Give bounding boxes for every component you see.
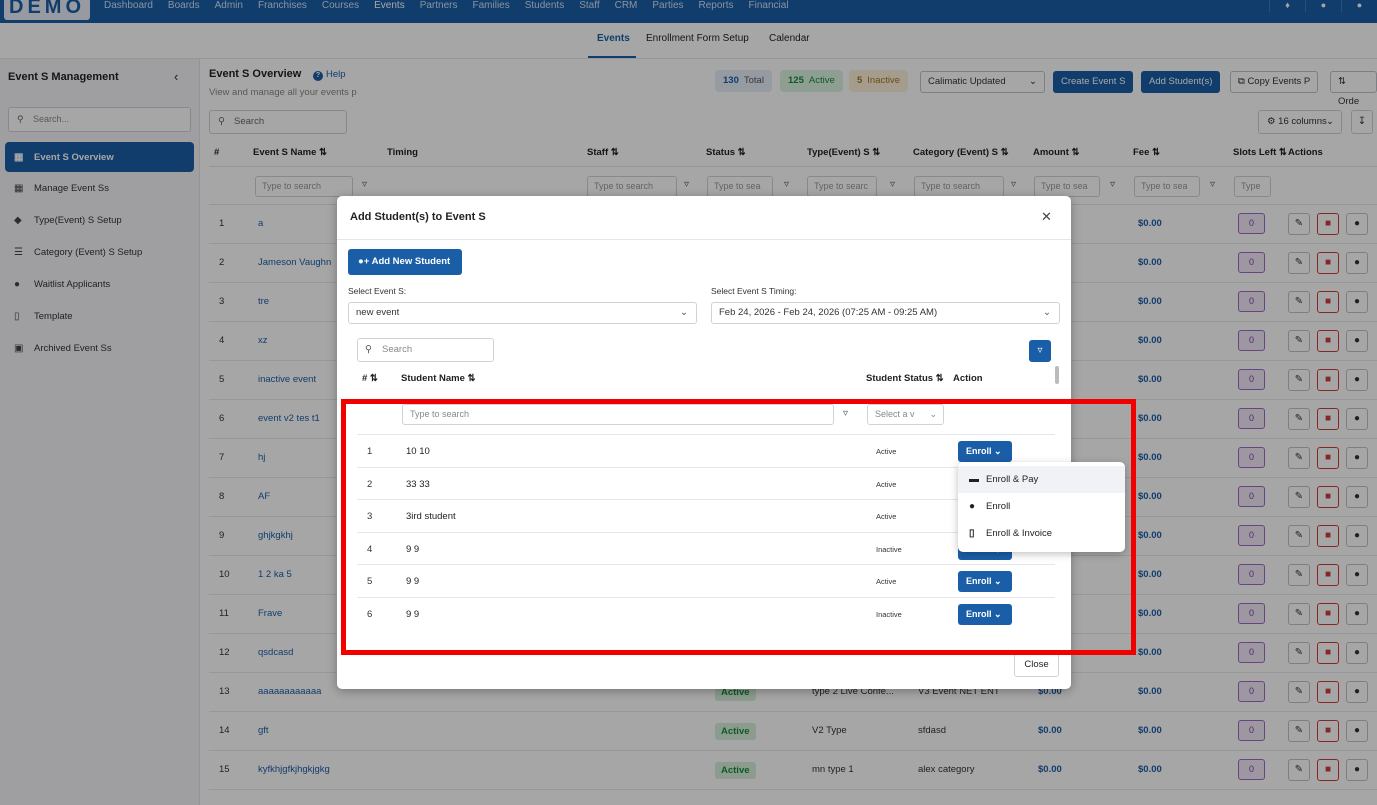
modal-title: Add Student(s) to Event S bbox=[350, 211, 486, 223]
col-student-name[interactable]: Student Name ⇅ bbox=[401, 373, 475, 384]
col-student-status[interactable]: Student Status ⇅ bbox=[866, 373, 944, 384]
search-icon: ⚲ bbox=[365, 344, 372, 355]
filter-icon[interactable]: ▿ bbox=[1029, 340, 1051, 362]
timing-select-label: Select Event S Timing: bbox=[711, 286, 797, 296]
user-plus-icon: ●+ bbox=[358, 256, 372, 267]
event-select-label: Select Event S: bbox=[348, 286, 407, 296]
chevron-down-icon: ⌄ bbox=[1043, 307, 1051, 318]
timing-select[interactable]: Feb 24, 2026 - Feb 24, 2026 (07:25 AM - … bbox=[711, 302, 1060, 324]
col-action: Action bbox=[953, 373, 983, 384]
divider bbox=[337, 239, 1071, 240]
scrollbar[interactable] bbox=[1055, 366, 1059, 384]
close-icon[interactable]: ✕ bbox=[1041, 209, 1052, 225]
highlight-box bbox=[341, 399, 1136, 655]
col-student-number[interactable]: # ⇅ bbox=[362, 373, 378, 384]
student-search-input[interactable]: ⚲ Search bbox=[357, 338, 494, 362]
event-select[interactable]: new event ⌄ bbox=[348, 302, 697, 324]
close-button[interactable]: Close bbox=[1014, 653, 1059, 677]
chevron-down-icon: ⌄ bbox=[680, 307, 688, 318]
add-new-student-button[interactable]: ●+ Add New Student bbox=[348, 249, 462, 275]
